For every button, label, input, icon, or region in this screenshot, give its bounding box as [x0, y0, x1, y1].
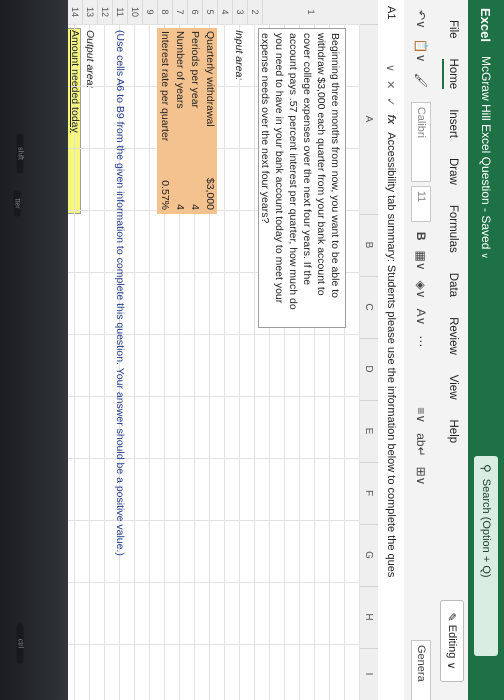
input-row-interest-rate[interactable]: Interest rate per quarter 0.57% — [157, 28, 172, 214]
font-color-icon[interactable]: A∨ — [414, 309, 428, 326]
row-header[interactable]: 13 — [82, 0, 97, 24]
search-icon: ⚲ — [479, 464, 493, 473]
input-value: 4 — [189, 204, 201, 210]
instruction-text: (Use cells A6 to B9 from the given infor… — [114, 30, 126, 556]
format-painter-icon[interactable]: 🖌 — [414, 73, 428, 88]
fx-icon[interactable]: fx — [385, 115, 397, 125]
enter-icon[interactable]: ✓ — [385, 97, 398, 106]
font-name-select[interactable]: Calibri — [411, 101, 431, 182]
paste-icon[interactable]: 📋∨ — [414, 39, 428, 63]
chevron-down-icon: ∨ — [445, 658, 458, 670]
input-value: 0.57% — [159, 180, 171, 210]
row-header[interactable]: 3 — [232, 0, 247, 24]
tab-data[interactable]: Data — [447, 273, 459, 297]
column-header-f[interactable]: F — [360, 462, 378, 525]
column-header-i[interactable]: I — [360, 648, 378, 700]
row-header[interactable]: 4 — [217, 0, 232, 24]
row-header[interactable]: 10 — [127, 0, 142, 24]
merge-icon[interactable]: ⊞∨ — [414, 467, 428, 486]
problem-statement-cell[interactable]: Beginning three months from now, you wan… — [258, 28, 346, 328]
formula-content[interactable]: Accessibility tab summary: Students plea… — [385, 132, 397, 577]
keyboard-key-ctrl: ctrl — [16, 623, 24, 664]
document-title-text: McGraw Hill Excel Question - Saved — [479, 55, 493, 250]
tab-draw[interactable]: Draw — [447, 158, 459, 185]
column-header-a[interactable]: A — [360, 24, 378, 215]
number-format-select[interactable]: Genera — [411, 640, 431, 700]
row-header[interactable]: 11 — [112, 0, 127, 24]
font-name-value: Calibri — [415, 106, 427, 138]
input-label: Quarterly withdrawal — [204, 31, 216, 127]
bold-icon[interactable]: B — [414, 232, 428, 241]
number-format-value: Genera — [415, 645, 427, 682]
editing-label: Editing — [446, 624, 458, 659]
tab-formulas[interactable]: Formulas — [447, 205, 459, 253]
fill-color-icon[interactable]: ◈∨ — [414, 281, 428, 299]
row-header[interactable]: 8 — [157, 0, 172, 24]
row-headers: 1 2 3 4 5 6 7 8 9 10 11 12 13 14 15 — [68, 0, 360, 25]
font-size-select[interactable]: 11 — [411, 185, 431, 222]
row-header[interactable]: 2 — [247, 0, 262, 24]
input-row-periods-per-year[interactable]: Periods per year 4 — [187, 28, 202, 214]
borders-icon[interactable]: ▦∨ — [414, 250, 428, 270]
column-header-d[interactable]: D — [360, 338, 378, 401]
output-label-cell — [68, 30, 81, 216]
output-area-label: Output area: — [84, 30, 96, 89]
input-value: 4 — [174, 204, 186, 210]
search-input[interactable]: ⚲ Search (Option + Q) — [474, 456, 498, 656]
input-value: $3,000 — [204, 177, 216, 210]
pencil-icon: ✎ — [445, 612, 458, 625]
chevron-down-icon: ∨ — [480, 252, 490, 259]
undo-icon[interactable]: ↶∨ — [414, 10, 428, 29]
row-header[interactable]: 1 — [262, 0, 360, 24]
align-icon[interactable]: ≡∨ — [414, 407, 428, 423]
row-header[interactable]: 9 — [142, 0, 157, 24]
column-headers: A B C D E F G H I — [359, 0, 378, 700]
formula-bar: A1 ∨ ✕ ✓ fx Accessibility tab summary: S… — [377, 0, 404, 700]
row-header[interactable]: 5 — [202, 0, 217, 24]
problem-text: Beginning three months from now, you wan… — [259, 33, 341, 310]
select-all-corner[interactable] — [360, 0, 378, 25]
row-header[interactable]: 7 — [172, 0, 187, 24]
chevron-down-icon[interactable]: ∨ — [385, 64, 398, 72]
column-header-h[interactable]: H — [360, 586, 378, 649]
tab-home[interactable]: Home — [447, 59, 459, 90]
input-row-quarterly-withdrawal[interactable]: Quarterly withdrawal $3,000 — [202, 28, 217, 214]
editing-mode-button[interactable]: ✎ Editing ∨ — [440, 600, 464, 682]
row-header[interactable]: 6 — [187, 0, 202, 24]
input-label: Periods per year — [189, 31, 201, 109]
title-bar: Excel McGraw Hill Excel Question - Saved… — [468, 0, 504, 700]
column-header-e[interactable]: E — [360, 400, 378, 463]
excel-window: Excel McGraw Hill Excel Question - Saved… — [68, 0, 504, 700]
row-header[interactable]: 12 — [97, 0, 112, 24]
document-title[interactable]: McGraw Hill Excel Question - Saved ∨ — [479, 56, 493, 259]
input-area-label: Input area: — [233, 30, 245, 81]
wrap-text-icon[interactable]: ab↵ — [414, 433, 428, 456]
font-size-value: 11 — [415, 190, 427, 203]
more-options-icon[interactable]: ⋯ — [414, 335, 428, 347]
input-row-number-of-years[interactable]: Number of years 4 — [172, 28, 187, 214]
input-label: Interest rate per quarter — [159, 31, 171, 142]
row-header[interactable]: 14 — [68, 0, 82, 24]
app-name: Excel — [478, 8, 494, 42]
ribbon-toolbar: ↶∨ 📋∨ 🖌 Calibri 11 B ▦∨ ◈∨ A∨ ⋯ ≡∨ ab↵ ⊞… — [403, 0, 438, 700]
ribbon-tabs: File Home Insert Draw Formulas Data Revi… — [438, 0, 468, 700]
cancel-icon[interactable]: ✕ — [385, 80, 398, 89]
column-header-g[interactable]: G — [360, 524, 378, 587]
tab-help[interactable]: Help — [447, 420, 459, 444]
column-header-b[interactable]: B — [360, 214, 378, 277]
keyboard-key-shift: shift — [16, 133, 24, 174]
name-box[interactable]: A1 — [385, 6, 397, 56]
input-label: Number of years — [174, 31, 186, 109]
tab-view[interactable]: View — [447, 375, 459, 400]
tab-review[interactable]: Review — [447, 317, 459, 355]
column-header-c[interactable]: C — [360, 276, 378, 339]
tab-insert[interactable]: Insert — [447, 109, 459, 138]
tab-file[interactable]: File — [447, 20, 459, 39]
search-placeholder: Search (Option + Q) — [480, 478, 492, 578]
keyboard-key-enter: tter — [13, 190, 21, 217]
